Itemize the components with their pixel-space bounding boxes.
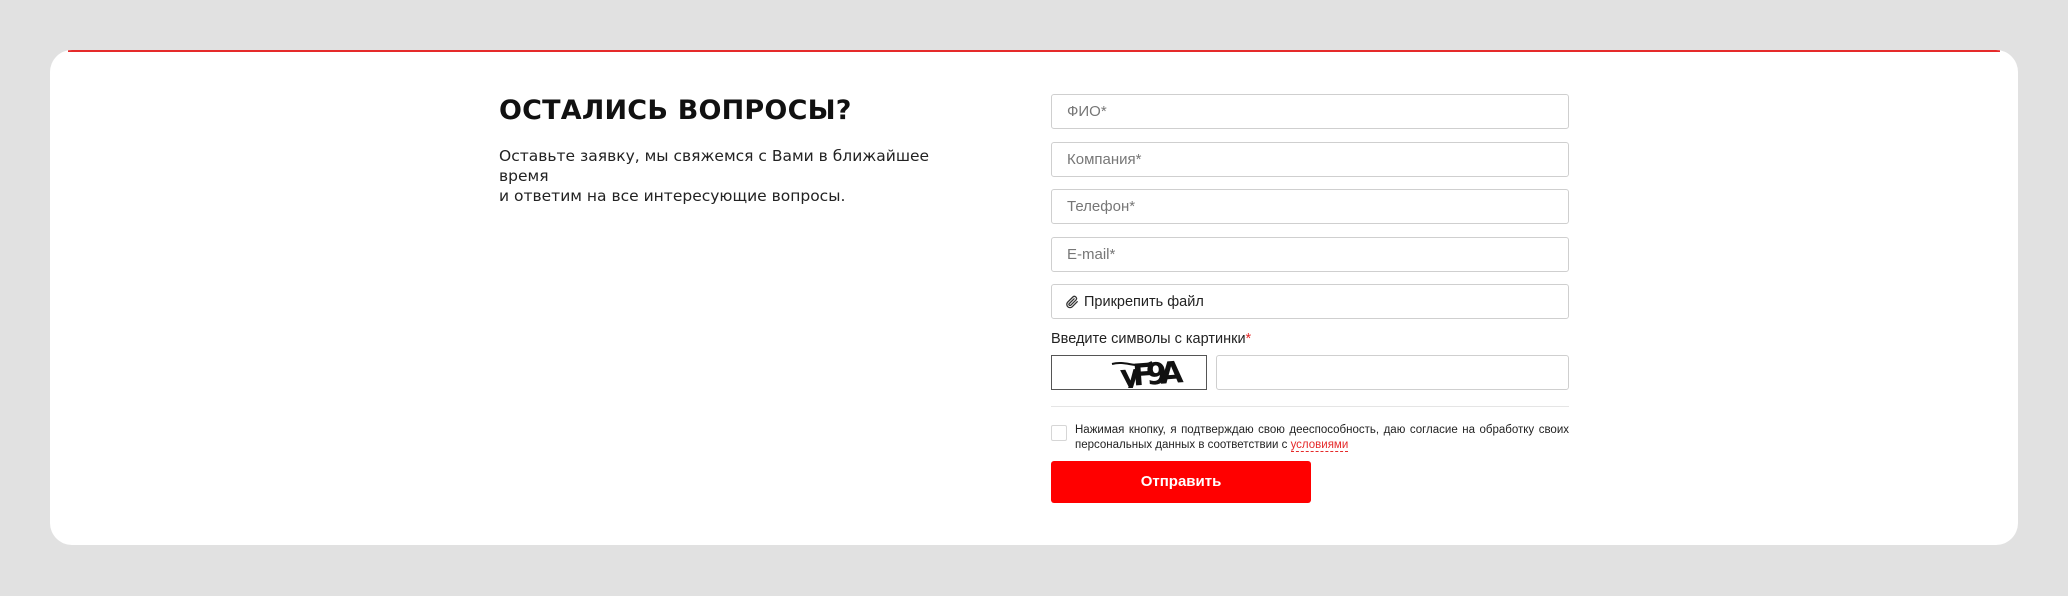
captcha-image: yF9A (1051, 354, 1207, 390)
contact-card: ОСТАЛИСЬ ВОПРОСЫ? Оставьте заявку, мы св… (50, 50, 2018, 545)
phone-field[interactable] (1065, 197, 1568, 216)
section-description: Оставьте заявку, мы свяжемся с Вами в бл… (499, 147, 930, 205)
submit-button[interactable]: Отправить (1051, 460, 1311, 503)
captcha-row: yF9A (1051, 354, 1572, 391)
captcha-input-wrapper (1216, 354, 1572, 391)
email-field-wrapper (1051, 236, 1569, 272)
email-field[interactable] (1065, 244, 1568, 264)
company-field-wrapper (1051, 141, 1569, 177)
contact-form: Прикрепить файл Введите символы с картин… (1051, 94, 1572, 503)
card-accent-line (68, 50, 2000, 52)
captcha-input[interactable] (1217, 355, 1572, 391)
required-mark: * (1245, 330, 1252, 347)
terms-link[interactable]: условиями (1290, 438, 1349, 452)
name-field[interactable] (1065, 102, 1568, 121)
company-field[interactable] (1065, 149, 1568, 169)
attach-file-label: Прикрепить файл (1084, 293, 1204, 310)
consent-checkbox[interactable] (1051, 424, 1067, 441)
consent-text: Нажимая кнопку, я подтверждаю свою деесп… (1075, 423, 1569, 453)
name-field-wrapper (1051, 94, 1569, 129)
captcha-label: Введите символы с картинки* (1051, 331, 1569, 351)
form-divider (1051, 405, 1569, 407)
captcha-glyphs: yF9A (1111, 356, 1185, 389)
section-title: ОСТАЛИСЬ ВОПРОСЫ? (499, 95, 852, 126)
phone-field-wrapper (1051, 189, 1569, 224)
consent-row: Нажимая кнопку, я подтверждаю свою деесп… (1051, 423, 1569, 453)
captcha-text: yF9A (1119, 356, 1185, 388)
captcha-label-text: Введите символы с картинки (1051, 330, 1246, 347)
info-block: ОСТАЛИСЬ ВОПРОСЫ? Оставьте заявку, мы св… (499, 94, 969, 206)
paperclip-icon (1066, 295, 1078, 308)
attach-file-button[interactable]: Прикрепить файл (1051, 284, 1569, 319)
